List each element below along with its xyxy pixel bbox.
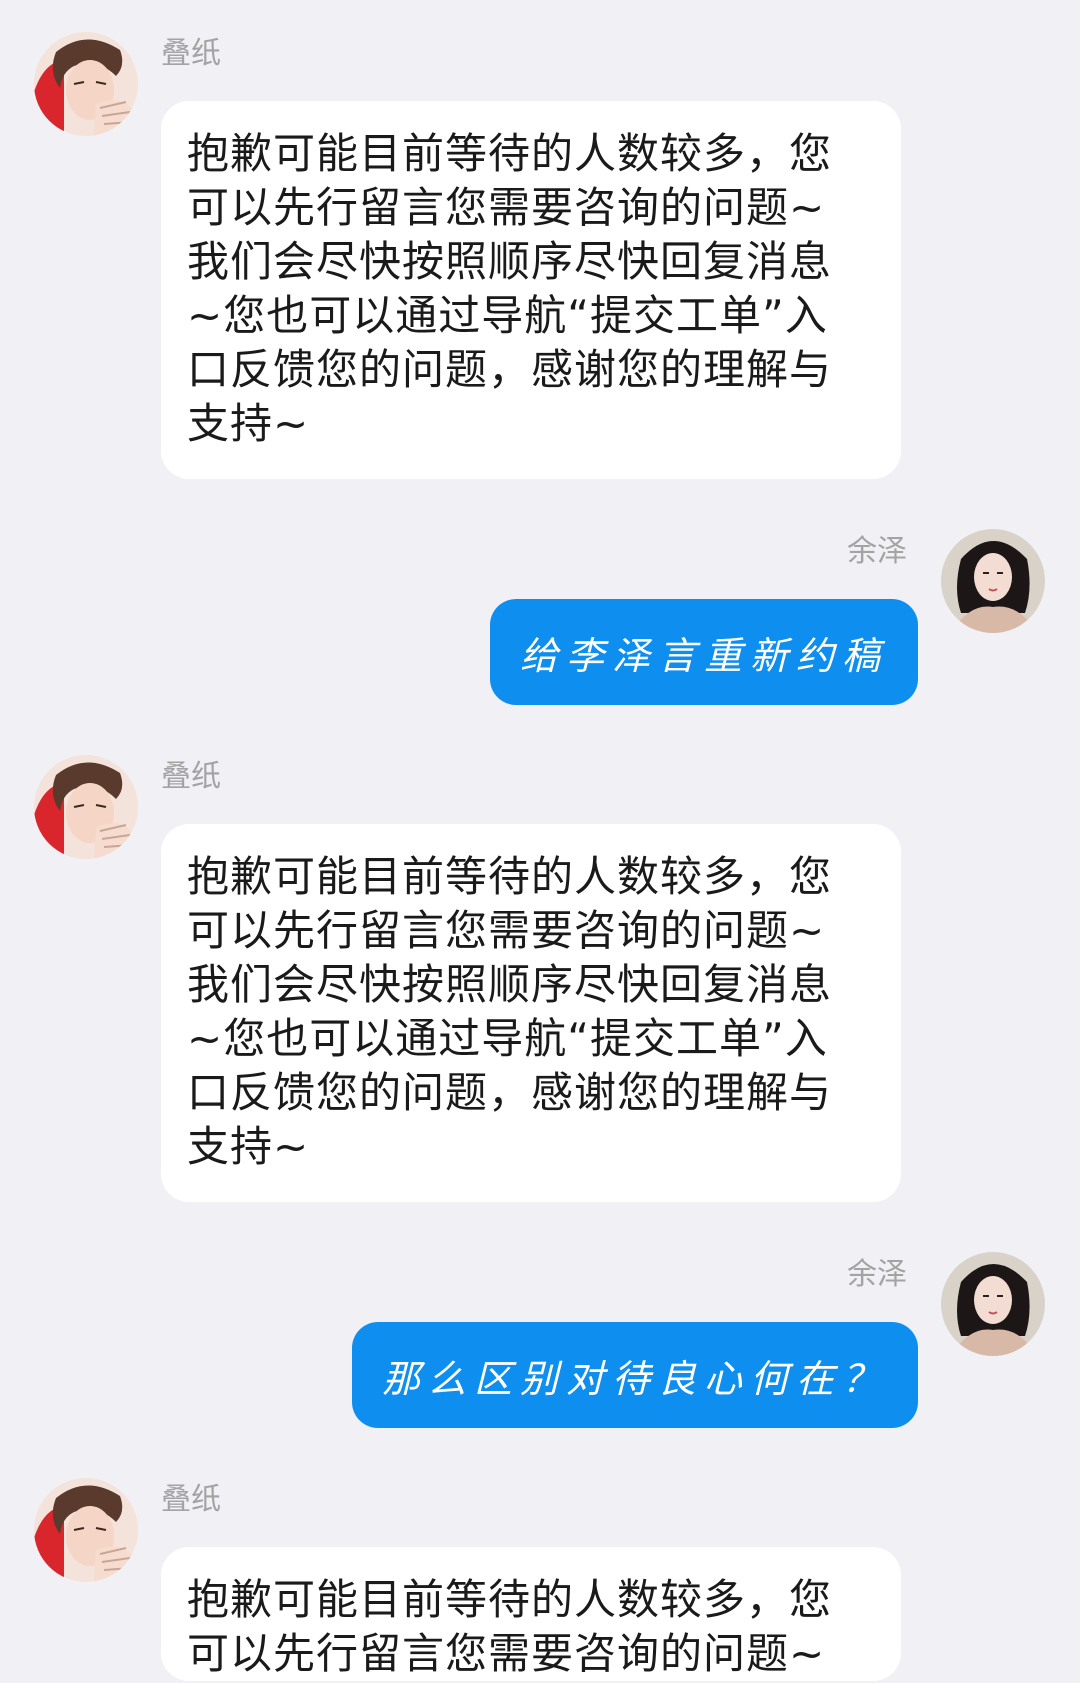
sender-name: 叠纸 xyxy=(161,1482,221,1517)
message-text: 那么区别对待良心何在？ xyxy=(381,1356,888,1401)
message-text: 抱歉可能目前等待的人数较多，您 可以先行留言您需要咨询的问题~ xyxy=(187,1575,833,1678)
sender-name: 叠纸 xyxy=(161,759,221,794)
male-anime-avatar-icon[interactable] xyxy=(34,1478,138,1582)
incoming-message-bubble[interactable]: 抱歉可能目前等待的人数较多，您 可以先行留言您需要咨询的问题~ xyxy=(161,1547,901,1681)
message-text: 抱歉可能目前等待的人数较多，您 可以先行留言您需要咨询的问题~ 我们会尽快按照顺… xyxy=(187,852,833,1171)
female-avatar-icon[interactable] xyxy=(941,529,1045,633)
outgoing-message-bubble[interactable]: 那么区别对待良心何在？ xyxy=(351,1322,918,1428)
sender-name: 余泽 xyxy=(847,534,907,569)
sender-name: 叠纸 xyxy=(161,36,221,71)
male-anime-avatar-icon[interactable] xyxy=(34,755,138,859)
female-avatar-icon[interactable] xyxy=(941,1252,1045,1356)
male-anime-avatar-icon[interactable] xyxy=(34,32,138,136)
chat-message-list[interactable]: 叠纸 抱歉可能目前等待的人数较多，您 可以先行留言您需要咨询的问题~ 我们会尽快… xyxy=(0,0,1080,1683)
outgoing-message-bubble[interactable]: 给李泽言重新约稿 xyxy=(489,599,918,705)
incoming-message-bubble[interactable]: 抱歉可能目前等待的人数较多，您 可以先行留言您需要咨询的问题~ 我们会尽快按照顺… xyxy=(161,101,901,479)
message-text: 给李泽言重新约稿 xyxy=(519,633,888,678)
incoming-message-bubble[interactable]: 抱歉可能目前等待的人数较多，您 可以先行留言您需要咨询的问题~ 我们会尽快按照顺… xyxy=(161,824,901,1202)
message-text: 抱歉可能目前等待的人数较多，您 可以先行留言您需要咨询的问题~ 我们会尽快按照顺… xyxy=(187,129,833,448)
sender-name: 余泽 xyxy=(847,1257,907,1292)
